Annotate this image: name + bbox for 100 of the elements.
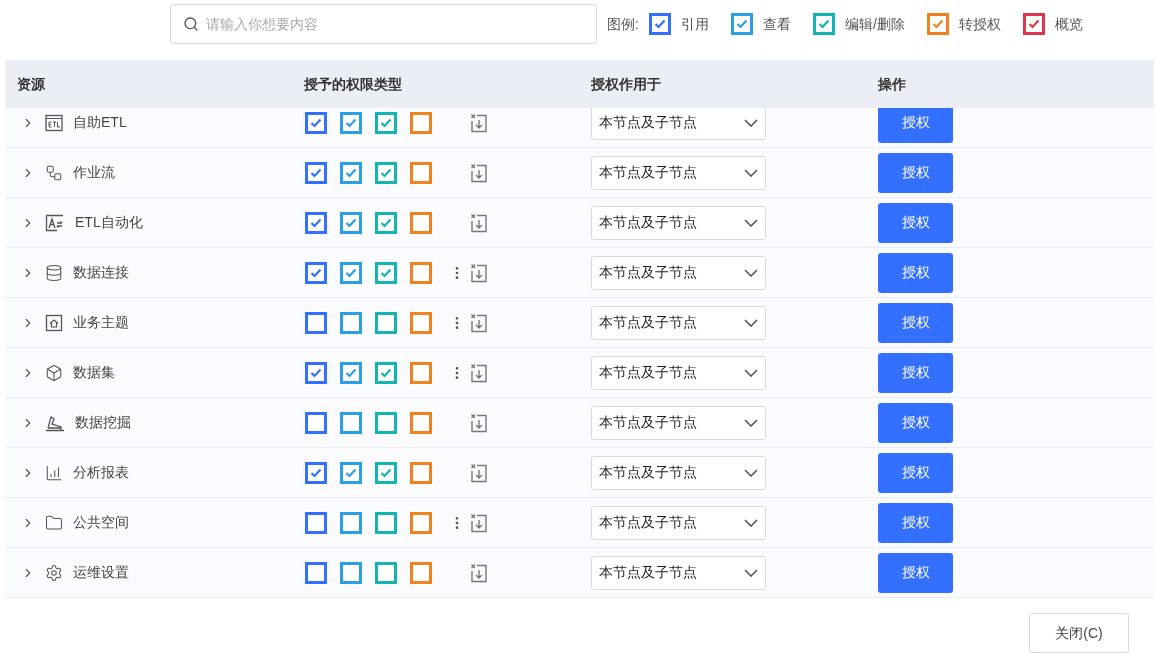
column-header: 授予的权限类型 [303, 74, 403, 94]
checkmark-icon [653, 19, 666, 29]
file-arrow-icon[interactable] [470, 412, 488, 433]
column-header: 授权作用于 [590, 74, 662, 94]
permission-checkbox[interactable] [410, 411, 432, 434]
grant-button[interactable]: 授权 [878, 552, 953, 593]
permission-checkbox[interactable] [410, 461, 432, 484]
scope-select[interactable]: 本节点及子节点 [591, 108, 766, 140]
permission-checkbox[interactable] [410, 561, 432, 584]
file-arrow-icon[interactable] [470, 262, 488, 283]
column-header: 操作 [877, 74, 907, 94]
permission-checkbox[interactable] [410, 361, 432, 384]
resource-name: 公共空间 [73, 513, 129, 532]
file-arrow-icon[interactable] [470, 512, 488, 533]
permission-checkbox[interactable] [375, 511, 397, 534]
checkmark-icon [380, 217, 392, 228]
scope-select[interactable]: 本节点及子节点 [591, 555, 766, 590]
etl-icon [45, 113, 63, 132]
file-arrow-icon[interactable] [470, 462, 488, 483]
column-header: 资源 [16, 74, 46, 94]
permission-checkbox[interactable] [305, 411, 327, 434]
permission-checkbox[interactable] [375, 261, 397, 284]
checkmark-icon [931, 19, 944, 29]
scope-select[interactable]: 本节点及子节点 [591, 305, 766, 340]
permission-checkbox[interactable] [410, 311, 432, 334]
dropdown-chevron-icon [744, 568, 758, 577]
permission-checkbox[interactable] [340, 361, 362, 384]
permission-checkbox[interactable] [375, 461, 397, 484]
permission-checkbox[interactable] [305, 111, 327, 134]
etl-automation-icon [45, 213, 65, 232]
file-arrow-icon[interactable] [470, 562, 488, 583]
scope-select[interactable]: 本节点及子节点 [591, 155, 766, 190]
permission-checkbox[interactable] [340, 261, 362, 284]
dropdown-chevron-icon [744, 218, 758, 227]
grant-button[interactable]: 授权 [878, 502, 953, 543]
permission-checkbox[interactable] [375, 311, 397, 334]
grant-button[interactable]: 授权 [878, 452, 953, 493]
permission-checkbox[interactable] [305, 511, 327, 534]
permission-checkbox[interactable] [340, 161, 362, 184]
scope-select[interactable]: 本节点及子节点 [591, 405, 766, 440]
file-arrow-icon[interactable] [470, 162, 488, 183]
file-arrow-icon[interactable] [470, 362, 488, 383]
file-arrow-icon[interactable] [470, 112, 488, 133]
checkmark-icon [380, 467, 392, 478]
permission-checkbox[interactable] [340, 311, 362, 334]
search-field[interactable]: 请输入你想要内容 [170, 4, 597, 44]
permission-checkbox[interactable] [305, 361, 327, 384]
grant-button[interactable]: 授权 [878, 402, 953, 443]
permission-checkbox[interactable] [305, 311, 327, 334]
legend-checkbox[interactable] [926, 13, 949, 35]
permission-checkbox[interactable] [375, 561, 397, 584]
permission-checkbox[interactable] [375, 161, 397, 184]
permission-checkbox[interactable] [340, 461, 362, 484]
permission-checkbox[interactable] [340, 511, 362, 534]
scope-select[interactable]: 本节点及子节点 [591, 205, 766, 240]
search-icon [183, 16, 199, 32]
file-arrow-icon[interactable] [470, 312, 488, 333]
permission-checkbox[interactable] [340, 111, 362, 134]
permission-checkbox[interactable] [305, 161, 327, 184]
grant-button[interactable]: 授权 [878, 252, 953, 293]
dropdown-chevron-icon [744, 318, 758, 327]
permission-checkbox[interactable] [340, 211, 362, 234]
scope-select[interactable]: 本节点及子节点 [591, 255, 766, 290]
permission-checkbox[interactable] [375, 411, 397, 434]
permission-checkbox[interactable] [340, 411, 362, 434]
grant-button[interactable]: 授权 [878, 352, 953, 393]
permission-checkbox[interactable] [375, 211, 397, 234]
checkmark-icon [345, 217, 357, 228]
scope-select[interactable]: 本节点及子节点 [591, 355, 766, 390]
scope-select[interactable]: 本节点及子节点 [591, 455, 766, 490]
checkmark-icon [345, 467, 357, 478]
permission-checkbox[interactable] [410, 111, 432, 134]
grant-button[interactable]: 授权 [878, 152, 953, 193]
legend-checkbox[interactable] [812, 13, 835, 35]
grant-button[interactable]: 授权 [878, 202, 953, 243]
permission-checkbox[interactable] [375, 361, 397, 384]
permission-checkbox[interactable] [305, 461, 327, 484]
checkmark-icon [310, 117, 322, 128]
folder-icon [45, 513, 63, 532]
permission-checkbox[interactable] [410, 261, 432, 284]
close-button[interactable]: 关闭(C) [1029, 613, 1129, 653]
permission-checkbox[interactable] [305, 561, 327, 584]
resource-name: 运维设置 [73, 563, 129, 582]
permission-checkbox[interactable] [305, 261, 327, 284]
workflow-icon [45, 163, 63, 182]
legend-checkbox[interactable] [730, 13, 753, 35]
scope-select[interactable]: 本节点及子节点 [591, 505, 766, 540]
legend-checkbox[interactable] [1022, 13, 1045, 35]
grant-button[interactable]: 授权 [878, 108, 953, 143]
permission-checkbox[interactable] [410, 161, 432, 184]
file-arrow-icon[interactable] [470, 212, 488, 233]
permission-checkbox[interactable] [305, 211, 327, 234]
legend-checkbox[interactable] [648, 13, 671, 35]
permission-checkbox[interactable] [410, 511, 432, 534]
permission-checkbox[interactable] [410, 211, 432, 234]
grant-button[interactable]: 授权 [878, 302, 953, 343]
checkmark-icon [380, 367, 392, 378]
permission-checkbox[interactable] [340, 561, 362, 584]
resource-name: 数据挖掘 [75, 413, 131, 432]
permission-checkbox[interactable] [375, 111, 397, 134]
